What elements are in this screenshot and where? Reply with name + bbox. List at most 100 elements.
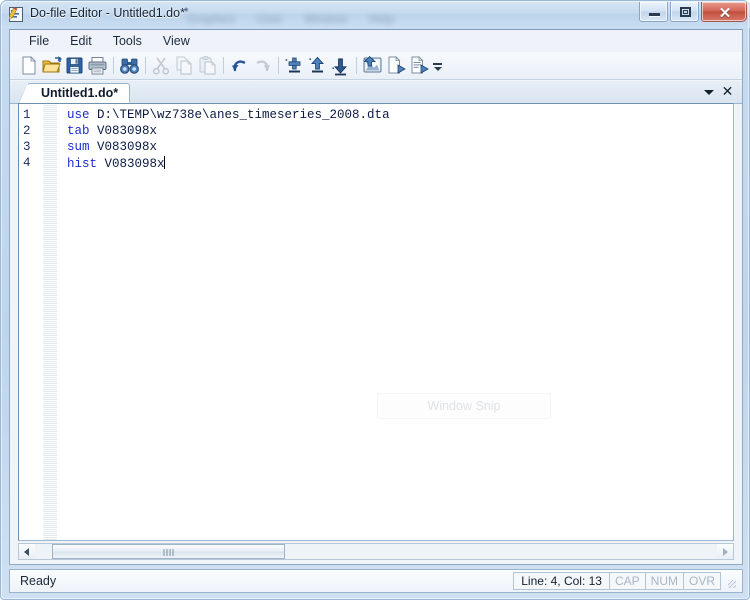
menu-tools[interactable]: Tools xyxy=(104,32,151,50)
line-content: sum V083098x xyxy=(67,140,157,154)
insert-breakpoint-button[interactable] xyxy=(283,54,306,77)
keyword-token: tab xyxy=(67,124,90,138)
toolbar-separator xyxy=(113,57,114,74)
window-controls: ✕ xyxy=(639,2,747,22)
cut-scissors-icon xyxy=(152,57,170,75)
line-number: 4 xyxy=(23,156,31,170)
line-number: 2 xyxy=(23,124,31,138)
window-snip-label: Window Snip xyxy=(427,399,501,413)
menu-file[interactable]: File xyxy=(20,32,58,50)
paste-button[interactable] xyxy=(196,54,219,77)
new-do-file-button[interactable] xyxy=(17,54,40,77)
menu-edit[interactable]: Edit xyxy=(61,32,101,50)
code-line[interactable]: 3 sum V083098x xyxy=(19,140,733,156)
argument-token: V083098x xyxy=(97,157,165,171)
tab-untitled1[interactable]: Untitled1.do* xyxy=(17,83,131,104)
menu-view[interactable]: View xyxy=(154,32,199,50)
new-do-file-icon xyxy=(22,56,36,75)
tab-label: Untitled1.do* xyxy=(41,86,119,100)
code-line[interactable]: 1 use D:\TEMP\wz738e\anes_timeseries_200… xyxy=(19,108,733,124)
toolbar-separator xyxy=(223,57,224,74)
background-window-ghost-menu: Graphics User Window Help xyxy=(187,12,394,26)
close-icon: ✕ xyxy=(718,6,732,22)
toolbar xyxy=(10,52,742,80)
menubar: File Edit Tools View xyxy=(10,30,742,52)
resize-grip-icon[interactable] xyxy=(724,572,738,590)
minimize-icon xyxy=(649,13,660,16)
redo-icon xyxy=(256,60,270,72)
status-indicators: Line: 4, Col: 13 CAP NUM OVR xyxy=(513,572,738,590)
do-file-editor-window: Do-file Editor - Untitled1.do* * Graphic… xyxy=(0,0,750,600)
argument-token: V083098x xyxy=(89,140,158,154)
ghost-menu-item: Help xyxy=(369,12,394,26)
chevron-down-icon[interactable] xyxy=(702,85,716,99)
undo-button[interactable] xyxy=(228,54,251,77)
scrollbar-thumb[interactable] xyxy=(52,544,285,559)
code-line[interactable]: 4 hist V083098x xyxy=(19,156,733,172)
toolbar-separator xyxy=(278,57,279,74)
minimize-button[interactable] xyxy=(639,2,668,22)
status-cap: CAP xyxy=(608,572,646,590)
status-num: NUM xyxy=(644,572,684,590)
run-to-cursor-button[interactable] xyxy=(306,54,329,77)
do-file-button[interactable] xyxy=(384,54,407,77)
open-file-button[interactable] xyxy=(40,54,63,77)
document-pencil-icon xyxy=(8,6,23,22)
copy-icon xyxy=(176,56,192,75)
scroll-right-arrow-icon[interactable] xyxy=(717,544,733,559)
keyword-token: hist xyxy=(67,157,98,171)
print-button[interactable] xyxy=(86,54,109,77)
argument-token: D:\TEMP\wz738e\anes_timeseries_2008.dta xyxy=(89,108,390,122)
preview-button[interactable] xyxy=(361,54,384,77)
window-title: Do-file Editor - Untitled1.do* xyxy=(30,6,185,20)
status-ovr: OVR xyxy=(682,572,721,590)
line-content: hist V083098x xyxy=(67,156,165,171)
step-button[interactable] xyxy=(329,54,352,77)
code-line[interactable]: 2 tab V083098x xyxy=(19,124,733,140)
line-number: 1 xyxy=(23,108,31,122)
insert-breakpoint-icon xyxy=(285,57,301,73)
window-snip-overlay: Window Snip xyxy=(377,393,551,419)
ghost-menu-item: Window xyxy=(304,12,348,26)
tabstrip: Untitled1.do* ✕ xyxy=(10,81,742,104)
run-file-icon xyxy=(411,56,429,74)
statusbar: Ready Line: 4, Col: 13 CAP NUM OVR xyxy=(9,569,743,593)
run-file-button[interactable] xyxy=(407,54,430,77)
ghost-menu-item: Graphics xyxy=(187,12,236,26)
toolbar-overflow-button[interactable] xyxy=(432,54,444,77)
code-editor[interactable]: 1 use D:\TEMP\wz738e\anes_timeseries_200… xyxy=(18,103,734,541)
open-folder-icon xyxy=(42,56,62,73)
cut-button[interactable] xyxy=(150,54,173,77)
close-button[interactable]: ✕ xyxy=(701,2,747,22)
keyword-token: sum xyxy=(67,140,90,154)
line-content: tab V083098x xyxy=(67,124,157,138)
client-area: File Edit Tools View Untitled1.do* ✕ 1 u… xyxy=(9,29,743,565)
restore-icon-inner xyxy=(683,10,688,14)
ghost-menu-item: User xyxy=(257,12,283,26)
scrollbar-grip-icon xyxy=(163,549,174,556)
print-icon xyxy=(88,57,107,75)
toolbar-separator xyxy=(145,57,146,74)
scroll-left-arrow-icon[interactable] xyxy=(19,544,35,559)
run-to-cursor-icon xyxy=(309,56,325,73)
do-file-icon xyxy=(388,56,406,74)
preview-icon xyxy=(363,56,382,73)
argument-token: V083098x xyxy=(89,124,158,138)
toolbar-separator xyxy=(356,57,357,74)
close-tab-icon[interactable]: ✕ xyxy=(720,83,735,100)
line-content: use D:\TEMP\wz738e\anes_timeseries_2008.… xyxy=(67,108,390,122)
step-icon xyxy=(332,58,348,76)
scrollbar-track[interactable] xyxy=(35,544,717,559)
save-button[interactable] xyxy=(63,54,86,77)
horizontal-scrollbar[interactable] xyxy=(18,543,734,560)
save-icon xyxy=(66,57,83,74)
restore-button[interactable] xyxy=(670,2,699,22)
find-button[interactable] xyxy=(118,54,141,77)
code-lines: 1 use D:\TEMP\wz738e\anes_timeseries_200… xyxy=(19,108,733,172)
text-caret xyxy=(163,156,165,169)
titlebar[interactable]: Do-file Editor - Untitled1.do* * Graphic… xyxy=(1,1,750,28)
redo-button[interactable] xyxy=(251,54,274,77)
paste-icon xyxy=(199,56,216,75)
find-binoculars-icon xyxy=(120,58,139,74)
copy-button[interactable] xyxy=(173,54,196,77)
